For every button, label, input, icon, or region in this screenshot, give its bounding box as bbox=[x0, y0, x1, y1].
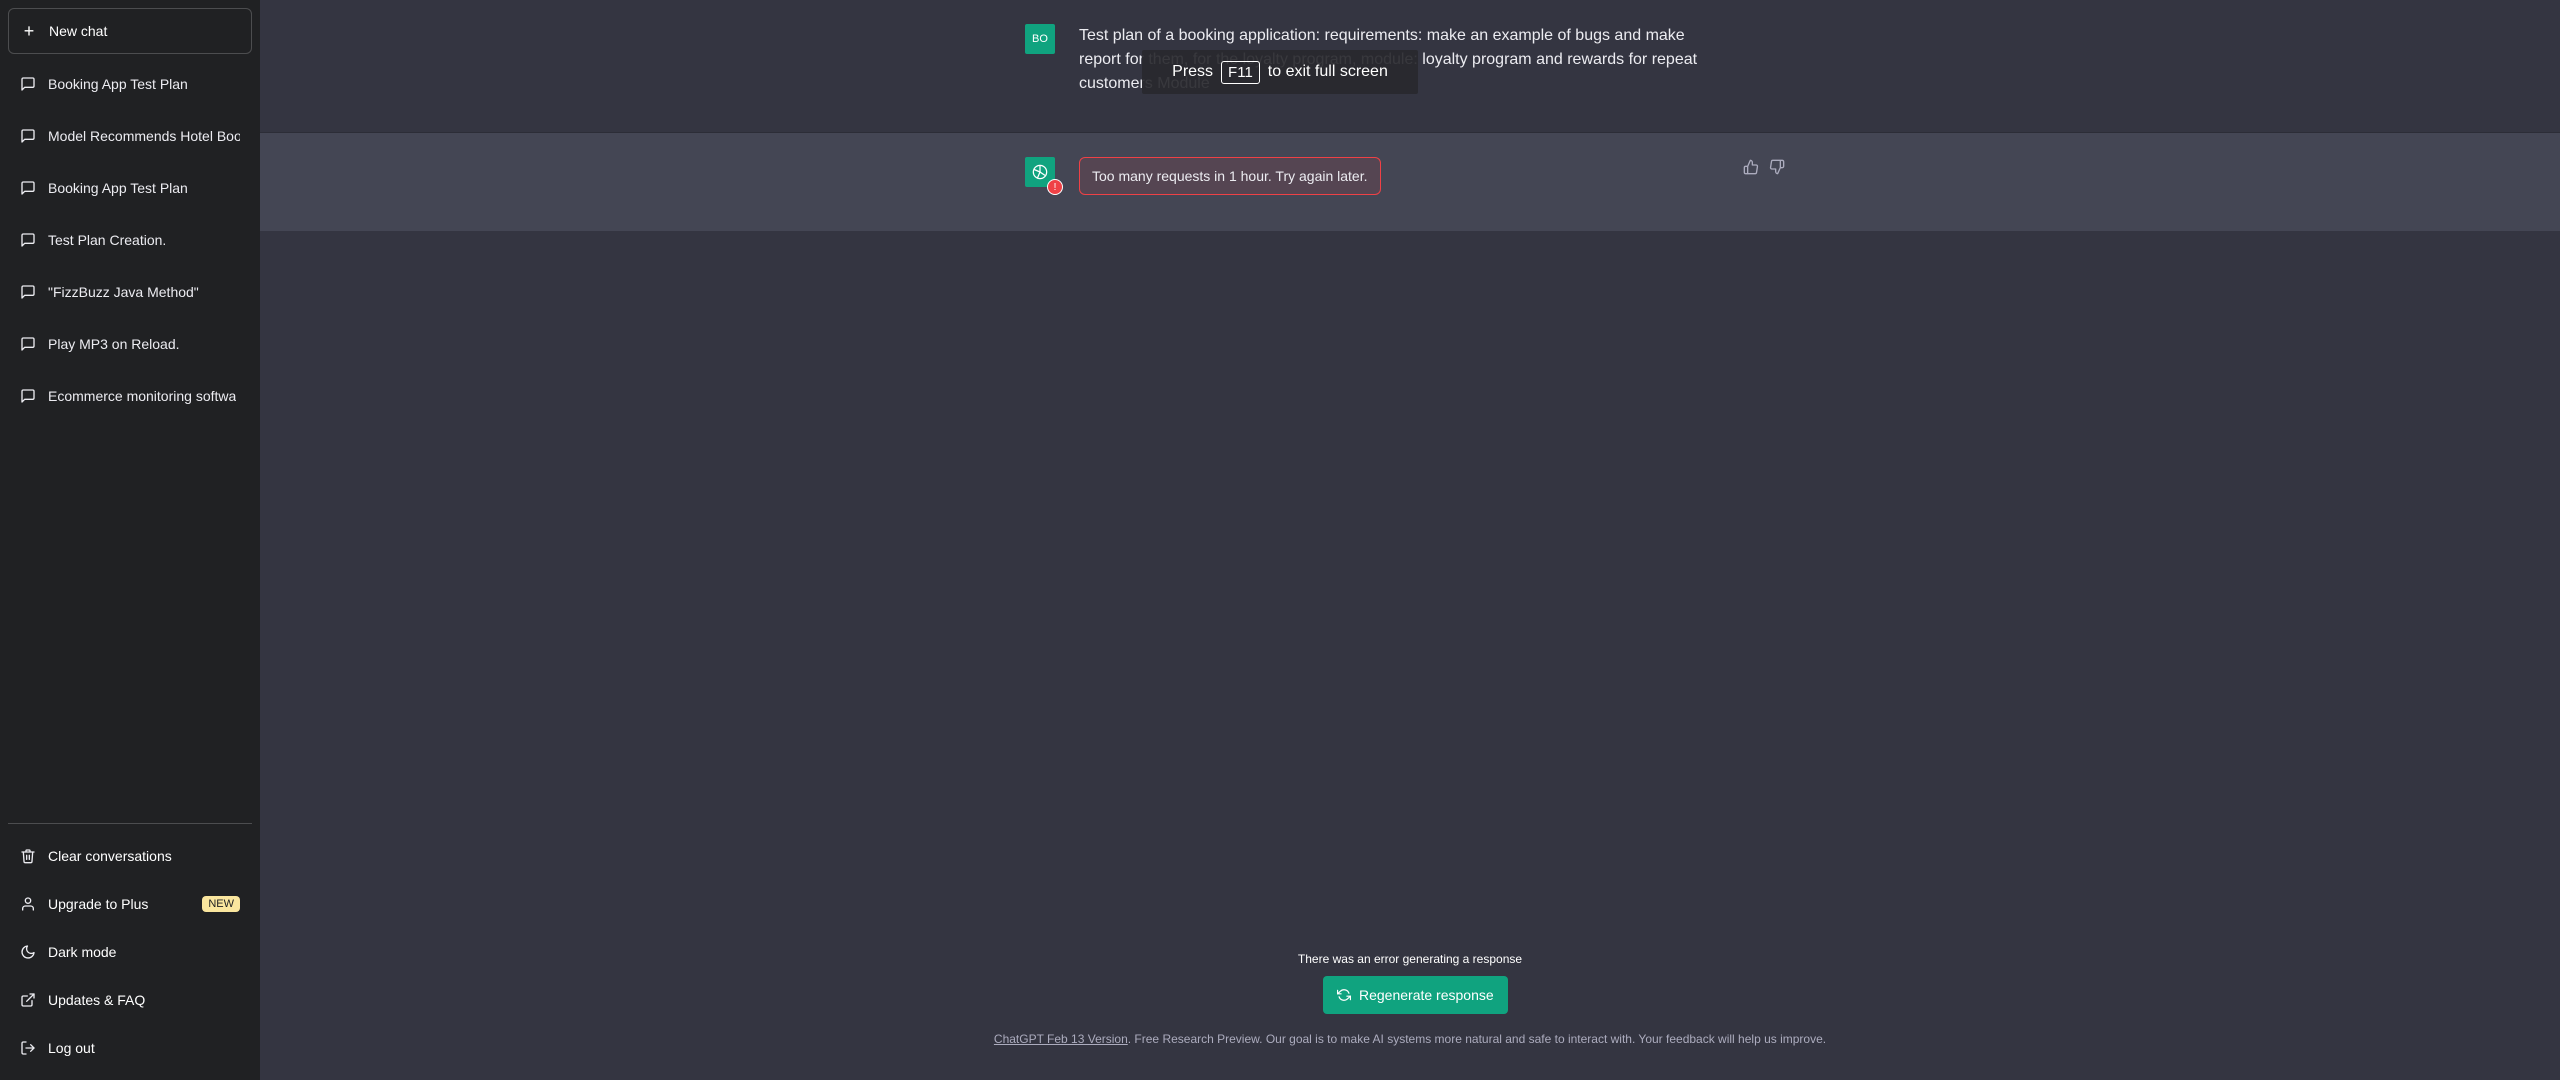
chat-history-label: Test Plan Creation. bbox=[48, 232, 167, 248]
logout-button[interactable]: Log out bbox=[8, 1024, 252, 1072]
clear-conversations-label: Clear conversations bbox=[48, 848, 172, 864]
chat-history-label: "FizzBuzz Java Method" bbox=[48, 284, 199, 300]
chat-history-item[interactable]: Model Recommends Hotel Boo bbox=[8, 114, 252, 158]
chat-bubble-icon bbox=[20, 180, 36, 196]
trash-icon bbox=[20, 848, 36, 864]
footer-text: . Free Research Preview. Our goal is to … bbox=[1127, 1032, 1827, 1046]
chat-bubble-icon bbox=[20, 232, 36, 248]
chat-bubble-icon bbox=[20, 76, 36, 92]
chat-bubble-icon bbox=[20, 336, 36, 352]
regenerate-response-button[interactable]: Regenerate response bbox=[1323, 976, 1508, 1014]
assistant-message: ! Too many requests in 1 hour. Try again… bbox=[260, 133, 2560, 231]
toast-after: to exit full screen bbox=[1267, 63, 1388, 80]
chat-history-item[interactable]: Booking App Test Plan bbox=[8, 166, 252, 210]
refresh-icon bbox=[1337, 989, 1351, 1001]
user-icon bbox=[20, 896, 36, 912]
dark-mode-toggle[interactable]: Dark mode bbox=[8, 928, 252, 976]
toast-press: Press bbox=[1172, 63, 1214, 80]
upgrade-plus-label: Upgrade to Plus bbox=[48, 896, 149, 912]
new-chat-button[interactable]: + New chat bbox=[8, 8, 252, 54]
chat-history-item[interactable]: Ecommerce monitoring softwa bbox=[8, 374, 252, 418]
regenerate-label: Regenerate response bbox=[1359, 987, 1494, 1003]
fullscreen-toast: Press F11 to exit full screen bbox=[1142, 50, 1418, 94]
external-link-icon bbox=[20, 992, 36, 1008]
chat-bubble-icon bbox=[20, 284, 36, 300]
chat-history-label: Ecommerce monitoring softwa bbox=[48, 388, 237, 404]
chat-history-item[interactable]: Test Plan Creation. bbox=[8, 218, 252, 262]
toast-key: F11 bbox=[1221, 60, 1260, 84]
error-indicator-icon: ! bbox=[1047, 179, 1063, 195]
thumbs-down-icon[interactable] bbox=[1769, 159, 1785, 175]
chat-history-item[interactable]: "FizzBuzz Java Method" bbox=[8, 270, 252, 314]
updates-faq-label: Updates & FAQ bbox=[48, 992, 146, 1008]
chat-history-item[interactable]: Booking App Test Plan bbox=[8, 62, 252, 106]
clear-conversations-button[interactable]: Clear conversations bbox=[8, 832, 252, 880]
chat-history-label: Model Recommends Hotel Boo bbox=[48, 128, 240, 144]
chat-history-label: Booking App Test Plan bbox=[48, 180, 188, 196]
logout-label: Log out bbox=[48, 1040, 95, 1056]
chat-history-list: Booking App Test Plan Model Recommends H… bbox=[8, 62, 252, 418]
chat-bubble-icon bbox=[20, 388, 36, 404]
chat-history-label: Booking App Test Plan bbox=[48, 76, 188, 92]
chat-bubble-icon bbox=[20, 128, 36, 144]
version-link[interactable]: ChatGPT Feb 13 Version bbox=[994, 1032, 1128, 1046]
error-message: Too many requests in 1 hour. Try again l… bbox=[1079, 157, 1381, 195]
new-badge: NEW bbox=[202, 896, 240, 912]
updates-faq-link[interactable]: Updates & FAQ bbox=[8, 976, 252, 1024]
new-chat-label: New chat bbox=[49, 23, 108, 39]
logout-icon bbox=[20, 1040, 36, 1056]
composer-area: There was an error generating a response… bbox=[260, 940, 2560, 1080]
user-avatar: BO bbox=[1025, 24, 1055, 54]
feedback-buttons bbox=[1743, 159, 1785, 175]
sidebar: + New chat Booking App Test Plan Model R… bbox=[0, 0, 260, 1080]
openai-logo-icon bbox=[1032, 164, 1048, 180]
footer-note: ChatGPT Feb 13 Version. Free Research Pr… bbox=[260, 1032, 2560, 1046]
moon-icon bbox=[20, 944, 36, 960]
upgrade-plus-button[interactable]: Upgrade to Plus NEW bbox=[8, 880, 252, 928]
chat-history-label: Play MP3 on Reload. bbox=[48, 336, 180, 352]
sidebar-bottom-menu: Clear conversations Upgrade to Plus NEW … bbox=[8, 823, 252, 1072]
dark-mode-label: Dark mode bbox=[48, 944, 117, 960]
conversation-area: BO Test plan of a booking application: r… bbox=[260, 0, 2560, 1080]
chat-history-item[interactable]: Play MP3 on Reload. bbox=[8, 322, 252, 366]
generation-error-note: There was an error generating a response bbox=[1297, 952, 1523, 966]
plus-icon: + bbox=[23, 21, 35, 41]
thumbs-up-icon[interactable] bbox=[1743, 159, 1759, 175]
